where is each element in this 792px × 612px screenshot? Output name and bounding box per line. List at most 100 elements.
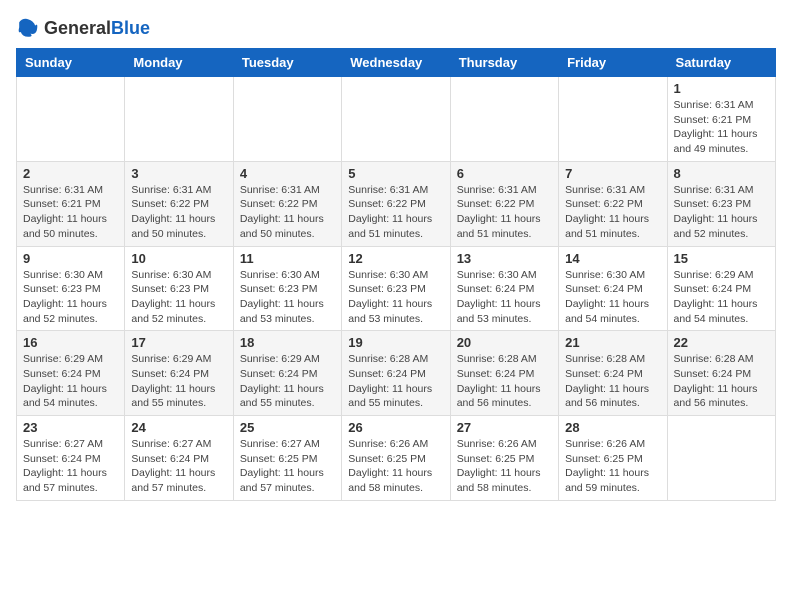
calendar-day-cell: 18 Sunrise: 6:29 AM Sunset: 6:24 PM Dayli… (233, 331, 341, 416)
day-info: Sunrise: 6:28 AM Sunset: 6:24 PM Dayligh… (565, 352, 660, 411)
calendar-day-cell: 24 Sunrise: 6:27 AM Sunset: 6:24 PM Dayli… (125, 416, 233, 501)
calendar-table: SundayMondayTuesdayWednesdayThursdayFrid… (16, 48, 776, 501)
day-info: Sunrise: 6:27 AM Sunset: 6:24 PM Dayligh… (131, 437, 226, 496)
day-number: 24 (131, 420, 226, 435)
day-number: 26 (348, 420, 443, 435)
calendar-day-cell: 3 Sunrise: 6:31 AM Sunset: 6:22 PM Daylig… (125, 161, 233, 246)
calendar-week-row: 1Sunrise: 6:31 AM Sunset: 6:21 PM Daylig… (17, 77, 776, 162)
day-number: 4 (240, 166, 335, 181)
day-number: 16 (23, 335, 118, 350)
day-number: 12 (348, 251, 443, 266)
day-number: 9 (23, 251, 118, 266)
calendar-day-cell: 9 Sunrise: 6:30 AM Sunset: 6:23 PM Daylig… (17, 246, 125, 331)
calendar-day-cell: 13Sunrise: 6:30 AM Sunset: 6:24 PM Dayli… (450, 246, 558, 331)
day-number: 3 (131, 166, 226, 181)
calendar-day-cell (125, 77, 233, 162)
calendar-day-cell: 1Sunrise: 6:31 AM Sunset: 6:21 PM Daylig… (667, 77, 775, 162)
weekday-header-cell: Tuesday (233, 49, 341, 77)
calendar-day-cell: 14 Sunrise: 6:30 AM Sunset: 6:24 PM Dayli… (559, 246, 667, 331)
calendar-day-cell: 16 Sunrise: 6:29 AM Sunset: 6:24 PM Dayli… (17, 331, 125, 416)
day-info: Sunrise: 6:31 AM Sunset: 6:23 PM Dayligh… (674, 183, 769, 242)
day-info: Sunrise: 6:29 AM Sunset: 6:24 PM Dayligh… (240, 352, 335, 411)
calendar-day-cell (17, 77, 125, 162)
weekday-header-cell: Thursday (450, 49, 558, 77)
day-info: Sunrise: 6:31 AM Sunset: 6:21 PM Dayligh… (23, 183, 118, 242)
weekday-header-cell: Friday (559, 49, 667, 77)
weekday-header-cell: Saturday (667, 49, 775, 77)
calendar-day-cell (667, 416, 775, 501)
calendar-day-cell: 20 Sunrise: 6:28 AM Sunset: 6:24 PM Dayli… (450, 331, 558, 416)
calendar-day-cell: 22 Sunrise: 6:28 AM Sunset: 6:24 PM Dayli… (667, 331, 775, 416)
day-number: 17 (131, 335, 226, 350)
calendar-body: 1Sunrise: 6:31 AM Sunset: 6:21 PM Daylig… (17, 77, 776, 501)
day-info: Sunrise: 6:26 AM Sunset: 6:25 PM Dayligh… (457, 437, 552, 496)
day-number: 8 (674, 166, 769, 181)
day-info: Sunrise: 6:28 AM Sunset: 6:24 PM Dayligh… (348, 352, 443, 411)
calendar-day-cell: 8 Sunrise: 6:31 AM Sunset: 6:23 PM Daylig… (667, 161, 775, 246)
day-info: Sunrise: 6:30 AM Sunset: 6:24 PM Dayligh… (565, 268, 660, 327)
calendar-day-cell: 6 Sunrise: 6:31 AM Sunset: 6:22 PM Daylig… (450, 161, 558, 246)
calendar-day-cell: 28Sunrise: 6:26 AM Sunset: 6:25 PM Dayli… (559, 416, 667, 501)
day-number: 22 (674, 335, 769, 350)
day-info: Sunrise: 6:29 AM Sunset: 6:24 PM Dayligh… (131, 352, 226, 411)
day-number: 7 (565, 166, 660, 181)
logo-blue: Blue (111, 18, 150, 38)
calendar-day-cell: 2 Sunrise: 6:31 AM Sunset: 6:21 PM Daylig… (17, 161, 125, 246)
calendar-day-cell: 17 Sunrise: 6:29 AM Sunset: 6:24 PM Dayli… (125, 331, 233, 416)
calendar-day-cell (342, 77, 450, 162)
day-number: 14 (565, 251, 660, 266)
day-number: 6 (457, 166, 552, 181)
calendar-day-cell (233, 77, 341, 162)
day-info: Sunrise: 6:28 AM Sunset: 6:24 PM Dayligh… (457, 352, 552, 411)
day-number: 5 (348, 166, 443, 181)
day-info: Sunrise: 6:26 AM Sunset: 6:25 PM Dayligh… (565, 437, 660, 496)
calendar-week-row: 2 Sunrise: 6:31 AM Sunset: 6:21 PM Daylig… (17, 161, 776, 246)
logo-general: General (44, 18, 111, 38)
weekday-header-cell: Monday (125, 49, 233, 77)
day-number: 25 (240, 420, 335, 435)
day-info: Sunrise: 6:31 AM Sunset: 6:22 PM Dayligh… (131, 183, 226, 242)
calendar-week-row: 23 Sunrise: 6:27 AM Sunset: 6:24 PM Dayli… (17, 416, 776, 501)
day-info: Sunrise: 6:31 AM Sunset: 6:22 PM Dayligh… (348, 183, 443, 242)
weekday-header-row: SundayMondayTuesdayWednesdayThursdayFrid… (17, 49, 776, 77)
day-number: 18 (240, 335, 335, 350)
day-number: 23 (23, 420, 118, 435)
logo-icon (16, 16, 40, 40)
calendar-day-cell: 7 Sunrise: 6:31 AM Sunset: 6:22 PM Daylig… (559, 161, 667, 246)
day-number: 11 (240, 251, 335, 266)
calendar-day-cell: 27Sunrise: 6:26 AM Sunset: 6:25 PM Dayli… (450, 416, 558, 501)
day-info: Sunrise: 6:31 AM Sunset: 6:22 PM Dayligh… (565, 183, 660, 242)
calendar-day-cell: 19 Sunrise: 6:28 AM Sunset: 6:24 PM Dayli… (342, 331, 450, 416)
day-info: Sunrise: 6:30 AM Sunset: 6:23 PM Dayligh… (348, 268, 443, 327)
calendar-day-cell: 11Sunrise: 6:30 AM Sunset: 6:23 PM Dayli… (233, 246, 341, 331)
day-info: Sunrise: 6:30 AM Sunset: 6:23 PM Dayligh… (131, 268, 226, 327)
day-number: 20 (457, 335, 552, 350)
calendar-day-cell: 15 Sunrise: 6:29 AM Sunset: 6:24 PM Dayli… (667, 246, 775, 331)
header: GeneralBlue (16, 16, 776, 40)
day-info: Sunrise: 6:27 AM Sunset: 6:25 PM Dayligh… (240, 437, 335, 496)
calendar-day-cell: 25 Sunrise: 6:27 AM Sunset: 6:25 PM Dayli… (233, 416, 341, 501)
day-number: 21 (565, 335, 660, 350)
day-info: Sunrise: 6:29 AM Sunset: 6:24 PM Dayligh… (23, 352, 118, 411)
calendar-day-cell: 21 Sunrise: 6:28 AM Sunset: 6:24 PM Dayli… (559, 331, 667, 416)
logo: GeneralBlue (16, 16, 150, 40)
day-info: Sunrise: 6:30 AM Sunset: 6:23 PM Dayligh… (23, 268, 118, 327)
calendar-day-cell: 4 Sunrise: 6:31 AM Sunset: 6:22 PM Daylig… (233, 161, 341, 246)
day-info: Sunrise: 6:31 AM Sunset: 6:22 PM Dayligh… (240, 183, 335, 242)
calendar-day-cell: 26Sunrise: 6:26 AM Sunset: 6:25 PM Dayli… (342, 416, 450, 501)
calendar-day-cell: 23 Sunrise: 6:27 AM Sunset: 6:24 PM Dayli… (17, 416, 125, 501)
calendar-week-row: 16 Sunrise: 6:29 AM Sunset: 6:24 PM Dayli… (17, 331, 776, 416)
day-info: Sunrise: 6:30 AM Sunset: 6:24 PM Dayligh… (457, 268, 552, 327)
day-info: Sunrise: 6:27 AM Sunset: 6:24 PM Dayligh… (23, 437, 118, 496)
day-info: Sunrise: 6:29 AM Sunset: 6:24 PM Dayligh… (674, 268, 769, 327)
day-number: 19 (348, 335, 443, 350)
weekday-header-cell: Sunday (17, 49, 125, 77)
day-number: 2 (23, 166, 118, 181)
calendar-day-cell (559, 77, 667, 162)
day-info: Sunrise: 6:28 AM Sunset: 6:24 PM Dayligh… (674, 352, 769, 411)
day-info: Sunrise: 6:31 AM Sunset: 6:22 PM Dayligh… (457, 183, 552, 242)
calendar-day-cell (450, 77, 558, 162)
day-number: 15 (674, 251, 769, 266)
calendar-week-row: 9 Sunrise: 6:30 AM Sunset: 6:23 PM Daylig… (17, 246, 776, 331)
weekday-header-cell: Wednesday (342, 49, 450, 77)
